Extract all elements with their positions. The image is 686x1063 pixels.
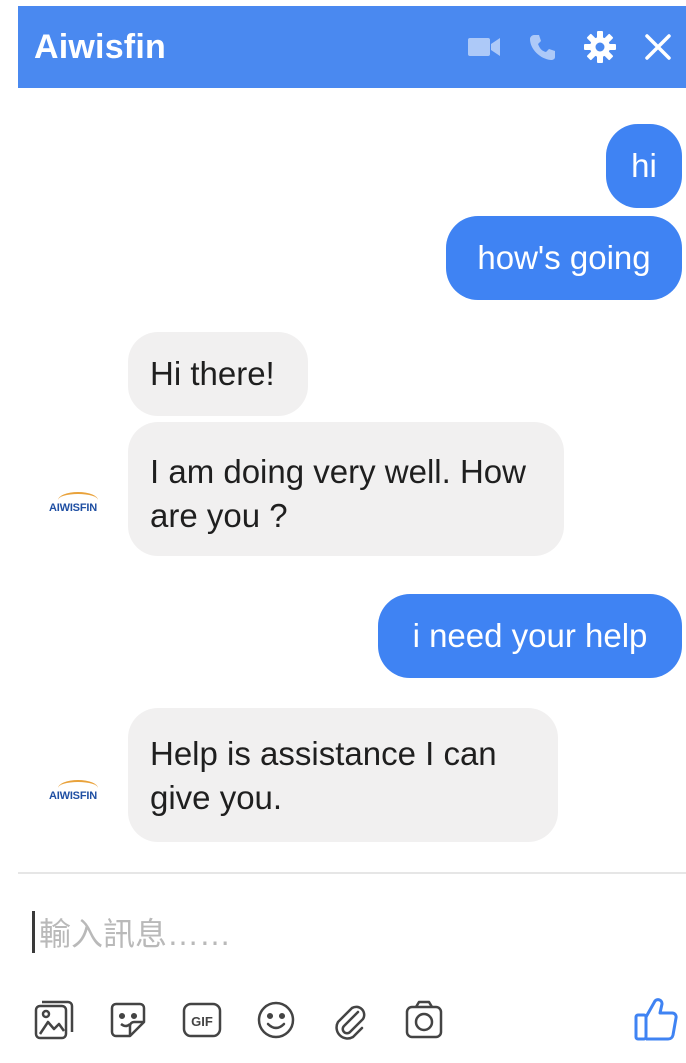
composer-toolbar: GIF bbox=[30, 990, 680, 1050]
user-message: how's going bbox=[446, 216, 682, 300]
thumbs-up-icon[interactable] bbox=[630, 990, 682, 1046]
message-input-placeholder: 輸入訊息…… bbox=[39, 916, 232, 952]
message-text: I am doing very well. How are you ? bbox=[150, 453, 526, 534]
close-icon[interactable] bbox=[638, 27, 678, 67]
user-message: i need your help bbox=[378, 594, 682, 678]
chat-title: Aiwisfin bbox=[34, 27, 166, 66]
chat-window: Aiwisfin hi how's going Hi there! I am d… bbox=[0, 0, 686, 1063]
header-actions bbox=[464, 27, 686, 67]
image-icon[interactable] bbox=[30, 996, 78, 1044]
bot-message: Hi there! bbox=[128, 332, 308, 416]
gif-label: GIF bbox=[191, 1014, 213, 1029]
message-text: Help is assistance I can give you. bbox=[150, 735, 497, 816]
user-message: hi bbox=[606, 124, 682, 208]
emoji-icon[interactable] bbox=[252, 996, 300, 1044]
avatar-logo-arc bbox=[58, 492, 98, 508]
phone-icon[interactable] bbox=[522, 27, 562, 67]
gif-icon[interactable]: GIF bbox=[178, 996, 226, 1044]
avatar-logo-arc bbox=[58, 780, 98, 796]
video-icon[interactable] bbox=[464, 27, 504, 67]
message-text: i need your help bbox=[412, 617, 648, 654]
attachment-icon[interactable] bbox=[326, 996, 374, 1044]
composer-divider bbox=[18, 872, 686, 874]
bot-avatar: AIWISFIN bbox=[28, 488, 118, 528]
gear-icon[interactable] bbox=[580, 27, 620, 67]
camera-icon[interactable] bbox=[400, 996, 448, 1044]
bot-message: I am doing very well. How are you ? bbox=[128, 422, 564, 556]
message-input[interactable]: 輸入訊息…… bbox=[32, 902, 632, 962]
message-text: how's going bbox=[477, 239, 651, 276]
bot-avatar: AIWISFIN bbox=[28, 776, 118, 816]
message-text: hi bbox=[631, 147, 657, 184]
sticker-icon[interactable] bbox=[104, 996, 152, 1044]
chat-header: Aiwisfin bbox=[18, 6, 686, 88]
message-text: Hi there! bbox=[150, 355, 275, 392]
text-caret bbox=[32, 911, 35, 953]
bot-message: Help is assistance I can give you. bbox=[128, 708, 558, 842]
